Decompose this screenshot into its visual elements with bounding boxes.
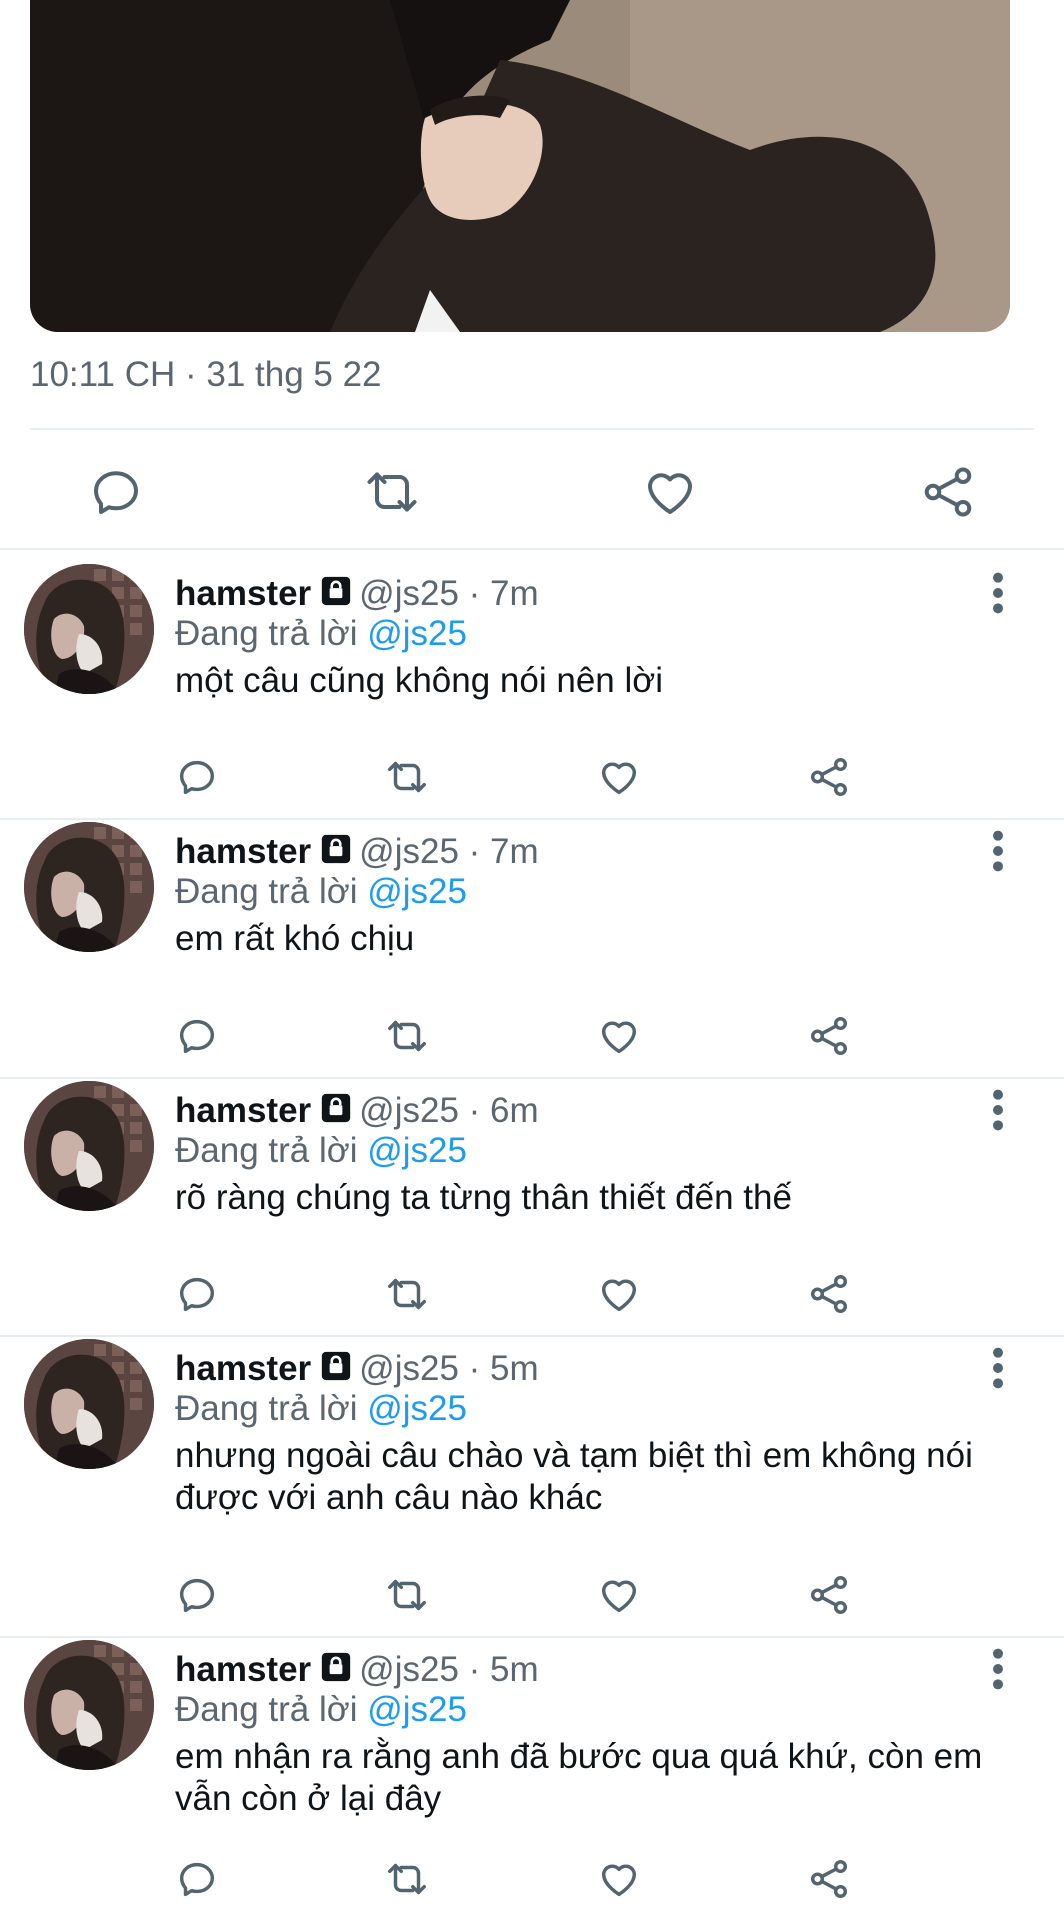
lock-icon	[319, 1650, 353, 1684]
lock-icon	[319, 1349, 353, 1383]
reply-action-bar	[0, 1271, 1064, 1321]
tweet-photo[interactable]	[30, 0, 1010, 332]
like-icon[interactable]	[596, 1013, 642, 1059]
mention-link[interactable]: @js25	[367, 872, 467, 911]
tweet-timestamp: 10:11 CH · 31 thg 5 22	[30, 355, 382, 394]
replying-prefix: Đang trả lời	[175, 1389, 358, 1428]
reply-time[interactable]: 5m	[490, 1650, 539, 1689]
retweet-icon[interactable]	[384, 1013, 430, 1059]
user-handle[interactable]: @js25	[359, 1091, 459, 1130]
reply-action-bar	[0, 1856, 1064, 1906]
reply-text: một câu cũng không nói nên lời	[175, 661, 663, 700]
display-name[interactable]: hamster	[175, 832, 311, 871]
more-options-icon[interactable]	[980, 828, 1016, 874]
reply-tweet[interactable]: hamster @js25 · 6m Đang trả lời @js25 rõ rà…	[0, 1077, 1064, 1335]
more-options-icon[interactable]	[980, 570, 1016, 616]
reply-icon[interactable]	[174, 1856, 220, 1902]
replying-prefix: Đang trả lời	[175, 614, 358, 653]
user-handle[interactable]: @js25	[359, 1349, 459, 1388]
separator-dot: ·	[468, 1349, 481, 1388]
reply-action-bar	[0, 1572, 1064, 1622]
reply-text: em nhận ra rằng anh đã bước qua quá khứ,…	[175, 1737, 983, 1818]
reply-icon[interactable]	[174, 1572, 220, 1618]
reply-icon[interactable]	[174, 1013, 220, 1059]
display-name[interactable]: hamster	[175, 574, 311, 613]
tweet-action-bar	[0, 440, 1064, 548]
lock-icon	[319, 1091, 353, 1125]
mention-link[interactable]: @js25	[367, 1131, 467, 1170]
more-options-icon[interactable]	[980, 1087, 1016, 1133]
share-icon[interactable]	[806, 1856, 852, 1902]
reply-time[interactable]: 7m	[490, 574, 539, 613]
retweet-icon[interactable]	[384, 754, 430, 800]
reply-tweet[interactable]: hamster @js25 · 7m Đang trả lời @js25 em rấ…	[0, 818, 1064, 1077]
like-icon[interactable]	[596, 1271, 642, 1317]
display-name[interactable]: hamster	[175, 1091, 311, 1130]
mention-link[interactable]: @js25	[367, 1690, 467, 1729]
avatar[interactable]	[24, 1339, 154, 1469]
separator-dot: ·	[468, 832, 481, 871]
reply-tweet[interactable]: hamster @js25 · 7m Đang trả lời @js25 một c…	[0, 560, 1064, 818]
like-icon[interactable]	[596, 1572, 642, 1618]
reply-text: rõ ràng chúng ta từng thân thiết đến thế	[175, 1178, 792, 1217]
replying-to: Đang trả lời @js25	[175, 872, 467, 912]
mention-link[interactable]: @js25	[367, 1389, 467, 1428]
like-icon[interactable]	[596, 1856, 642, 1902]
reply-tweet[interactable]: hamster @js25 · 5m Đang trả lời @js25 nhưng…	[0, 1335, 1064, 1636]
avatar[interactable]	[24, 822, 154, 952]
share-icon[interactable]	[806, 754, 852, 800]
replying-prefix: Đang trả lời	[175, 1131, 358, 1170]
replying-to: Đang trả lời @js25	[175, 1389, 467, 1429]
divider	[0, 548, 1064, 550]
reply-header: hamster @js25 · 7m	[175, 832, 539, 872]
like-icon[interactable]	[596, 754, 642, 800]
replying-prefix: Đang trả lời	[175, 1690, 358, 1729]
reply-time[interactable]: 6m	[490, 1091, 539, 1130]
lock-icon	[319, 832, 353, 866]
avatar[interactable]	[24, 1081, 154, 1211]
user-handle[interactable]: @js25	[359, 574, 459, 613]
replying-to: Đang trả lời @js25	[175, 1690, 467, 1730]
more-options-icon[interactable]	[980, 1646, 1016, 1692]
reply-header: hamster @js25 · 7m	[175, 574, 539, 614]
avatar[interactable]	[24, 1640, 154, 1770]
replying-to: Đang trả lời @js25	[175, 1131, 467, 1171]
retweet-icon[interactable]	[384, 1572, 430, 1618]
share-icon[interactable]	[918, 462, 978, 522]
reply-action-bar	[0, 754, 1064, 804]
separator-dot: ·	[468, 1650, 481, 1689]
reply-time[interactable]: 7m	[490, 832, 539, 871]
reply-icon[interactable]	[174, 754, 220, 800]
reply-text: em rất khó chịu	[175, 919, 415, 958]
reply-tweet[interactable]: hamster @js25 · 5m Đang trả lời @js25 em nh…	[0, 1636, 1064, 1920]
share-icon[interactable]	[806, 1271, 852, 1317]
reply-header: hamster @js25 · 5m	[175, 1650, 539, 1690]
reply-header: hamster @js25 · 6m	[175, 1091, 539, 1131]
mention-link[interactable]: @js25	[367, 614, 467, 653]
retweet-icon[interactable]	[384, 1856, 430, 1902]
reply-time[interactable]: 5m	[490, 1349, 539, 1388]
separator-dot: ·	[468, 1091, 481, 1130]
lock-icon	[319, 574, 353, 608]
reply-icon[interactable]	[86, 462, 146, 522]
retweet-icon[interactable]	[362, 462, 422, 522]
retweet-icon[interactable]	[384, 1271, 430, 1317]
display-name[interactable]: hamster	[175, 1650, 311, 1689]
share-icon[interactable]	[806, 1013, 852, 1059]
reply-text: nhưng ngoài câu chào và tạm biệt thì em …	[175, 1436, 973, 1517]
avatar[interactable]	[24, 564, 154, 694]
display-name[interactable]: hamster	[175, 1349, 311, 1388]
replying-prefix: Đang trả lời	[175, 872, 358, 911]
like-icon[interactable]	[640, 462, 700, 522]
divider	[30, 428, 1034, 430]
reply-icon[interactable]	[174, 1271, 220, 1317]
reply-action-bar	[0, 1013, 1064, 1063]
share-icon[interactable]	[806, 1572, 852, 1618]
more-options-icon[interactable]	[980, 1345, 1016, 1391]
reply-header: hamster @js25 · 5m	[175, 1349, 539, 1389]
replying-to: Đang trả lời @js25	[175, 614, 467, 654]
user-handle[interactable]: @js25	[359, 1650, 459, 1689]
separator-dot: ·	[468, 574, 481, 613]
user-handle[interactable]: @js25	[359, 832, 459, 871]
